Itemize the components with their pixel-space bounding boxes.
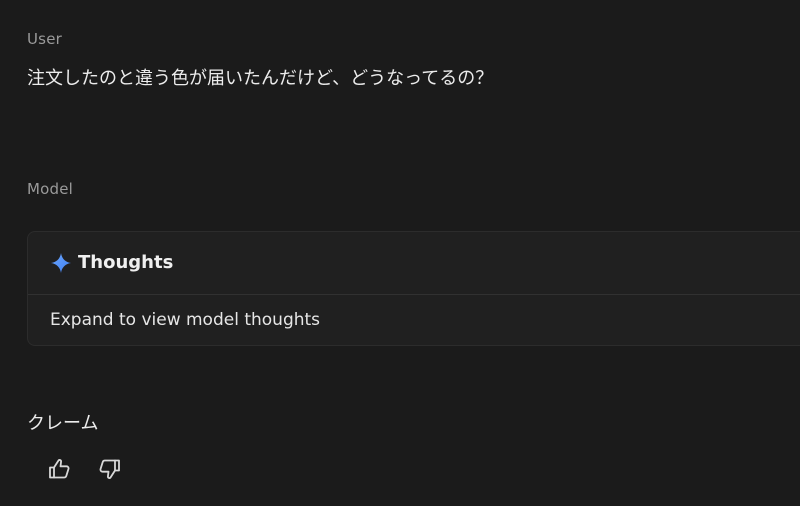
model-response: クレーム (27, 413, 99, 434)
chat-page: User 注文したのと違う色が届いたんだけど、どうなってるの？ Model Th… (0, 0, 800, 506)
thumbs-down-icon (99, 459, 120, 479)
thoughts-title: Thoughts (78, 252, 174, 273)
user-role-label: User (27, 30, 62, 48)
model-role-label: Model (27, 180, 74, 198)
user-message: 注文したのと違う色が届いたんだけど、どうなってるの？ (27, 68, 494, 89)
thumbs-up-button[interactable] (46, 455, 74, 483)
thoughts-header[interactable]: Thoughts (28, 232, 800, 295)
sparkle-icon (51, 253, 71, 273)
thoughts-panel[interactable]: Thoughts Expand to view model thoughts (27, 231, 800, 346)
thumbs-down-button[interactable] (95, 455, 123, 483)
thumbs-up-icon (49, 459, 70, 479)
thoughts-expand-text[interactable]: Expand to view model thoughts (50, 310, 320, 330)
